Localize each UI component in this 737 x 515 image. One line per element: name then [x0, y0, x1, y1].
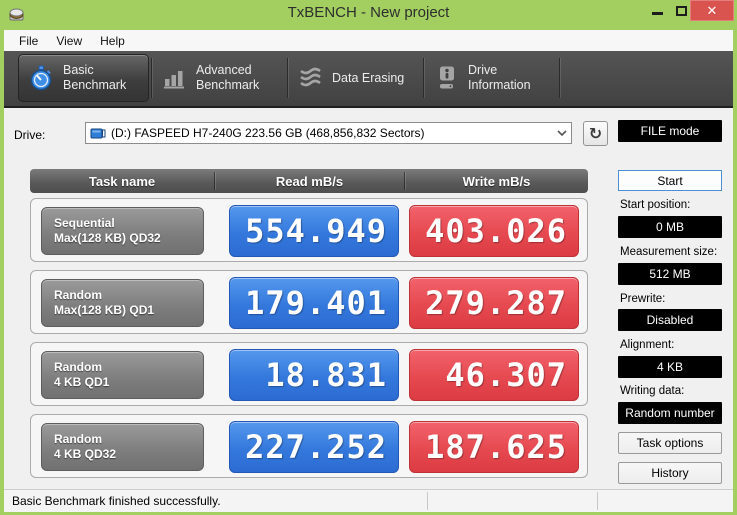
- bar-chart-icon: [163, 65, 187, 91]
- menu-view[interactable]: View: [47, 32, 91, 50]
- task-button-random-4kb-qd1[interactable]: Random 4 KB QD1: [41, 351, 204, 399]
- task-name-line2: 4 KB QD32: [54, 447, 203, 462]
- read-value: 554.949: [229, 205, 399, 257]
- disk-drive-icon: [90, 127, 106, 140]
- write-value: 403.026: [409, 205, 579, 257]
- task-name-line2: Max(128 KB) QD32: [54, 231, 203, 246]
- write-value: 46.307: [409, 349, 579, 401]
- menu-bar: File View Help: [4, 30, 733, 51]
- status-message: Basic Benchmark finished successfully.: [12, 494, 221, 508]
- toolbar-separator: [287, 58, 288, 98]
- prewrite-value[interactable]: Disabled: [618, 309, 722, 331]
- stopwatch-icon: [28, 65, 54, 91]
- eraser-waves-icon: [299, 65, 323, 91]
- results-rows: Sequential Max(128 KB) QD32 554.949 403.…: [30, 198, 588, 486]
- header-task-name: Task name: [30, 169, 214, 193]
- measurement-size-value[interactable]: 512 MB: [618, 263, 722, 285]
- write-value: 187.625: [409, 421, 579, 473]
- tab-label-line1: Data Erasing: [332, 71, 404, 86]
- alignment-value[interactable]: 4 KB: [618, 356, 722, 378]
- chevron-down-icon: [557, 130, 567, 136]
- task-name-line1: Random: [54, 288, 203, 303]
- read-value: 179.401: [229, 277, 399, 329]
- table-row: Random Max(128 KB) QD1 179.401 279.287: [30, 270, 588, 334]
- toolbar: Basic Benchmark Advanced Benchmark: [4, 51, 733, 108]
- start-position-value[interactable]: 0 MB: [618, 216, 722, 238]
- history-button[interactable]: History: [618, 462, 722, 484]
- tab-label: Drive Information: [468, 63, 531, 93]
- task-options-button[interactable]: Task options: [618, 432, 722, 454]
- tab-label-line1: Drive: [468, 63, 531, 78]
- minimize-button[interactable]: [646, 0, 668, 21]
- task-name-line2: Max(128 KB) QD1: [54, 303, 203, 318]
- tab-label-line1: Advanced: [196, 63, 259, 78]
- minimize-icon: [652, 12, 663, 15]
- tab-label-line2: Benchmark: [63, 78, 126, 93]
- task-name-line2: 4 KB QD1: [54, 375, 203, 390]
- results-header: Task name Read mB/s Write mB/s: [30, 169, 588, 193]
- header-read: Read mB/s: [215, 169, 404, 193]
- status-separator: [427, 492, 428, 510]
- writing-data-label: Writing data:: [618, 385, 722, 398]
- menu-file[interactable]: File: [10, 32, 47, 50]
- writing-data-value[interactable]: Random number: [618, 402, 722, 424]
- task-name-line1: Sequential: [54, 216, 203, 231]
- maximize-icon: [676, 6, 687, 16]
- prewrite-label: Prewrite:: [618, 293, 722, 306]
- header-write: Write mB/s: [405, 169, 588, 193]
- status-separator: [597, 492, 598, 510]
- table-row: Random 4 KB QD1 18.831 46.307: [30, 342, 588, 406]
- task-name-line1: Random: [54, 432, 203, 447]
- toolbar-separator: [423, 58, 424, 98]
- maximize-button[interactable]: [670, 0, 692, 21]
- window-body: File View Help Basic Benchmark: [4, 30, 733, 512]
- read-value: 227.252: [229, 421, 399, 473]
- start-position-label: Start position:: [618, 199, 722, 212]
- close-icon: ✕: [707, 3, 718, 19]
- tab-data-erasing[interactable]: Data Erasing: [290, 54, 421, 102]
- table-row: Random 4 KB QD32 227.252 187.625: [30, 414, 588, 478]
- task-button-sequential-qd32[interactable]: Sequential Max(128 KB) QD32: [41, 207, 204, 255]
- tab-label: Data Erasing: [332, 71, 404, 86]
- tab-basic-benchmark[interactable]: Basic Benchmark: [18, 54, 149, 102]
- task-button-random-4kb-qd32[interactable]: Random 4 KB QD32: [41, 423, 204, 471]
- drive-info-icon: [435, 65, 459, 91]
- file-mode-indicator[interactable]: FILE mode: [618, 120, 722, 142]
- task-name-line1: Random: [54, 360, 203, 375]
- tab-label: Advanced Benchmark: [196, 63, 259, 93]
- close-button[interactable]: ✕: [690, 0, 734, 21]
- write-value: 279.287: [409, 277, 579, 329]
- drive-selected-value: (D:) FASPEED H7-240G 223.56 GB (468,856,…: [111, 126, 552, 140]
- alignment-label: Alignment:: [618, 339, 722, 352]
- tab-label-line2: Information: [468, 78, 531, 93]
- drive-label: Drive:: [14, 128, 45, 142]
- menu-help[interactable]: Help: [91, 32, 134, 50]
- task-button-random-qd1[interactable]: Random Max(128 KB) QD1: [41, 279, 204, 327]
- title-bar: TxBENCH - New project ✕: [0, 0, 737, 30]
- table-row: Sequential Max(128 KB) QD32 554.949 403.…: [30, 198, 588, 262]
- settings-sidebar: FILE mode Start Start position: 0 MB Mea…: [618, 120, 722, 484]
- tab-label-line1: Basic: [63, 63, 126, 78]
- refresh-icon: ↻: [589, 124, 602, 143]
- tab-label: Basic Benchmark: [63, 63, 126, 93]
- window-title: TxBENCH - New project: [0, 4, 737, 21]
- read-value: 18.831: [229, 349, 399, 401]
- status-bar: Basic Benchmark finished successfully.: [4, 489, 733, 512]
- toolbar-separator: [559, 58, 560, 98]
- tab-label-line2: Benchmark: [196, 78, 259, 93]
- measurement-size-label: Measurement size:: [618, 246, 722, 259]
- refresh-drives-button[interactable]: ↻: [583, 121, 608, 146]
- main-area: Drive: (D:) FASPEED H7-240G 223.56 GB (4…: [4, 108, 733, 489]
- app-window: TxBENCH - New project ✕ File View Help: [0, 0, 737, 515]
- toolbar-separator: [151, 58, 152, 98]
- tab-drive-information[interactable]: Drive Information: [426, 54, 557, 102]
- drive-select[interactable]: (D:) FASPEED H7-240G 223.56 GB (468,856,…: [85, 122, 572, 144]
- start-button[interactable]: Start: [618, 170, 722, 191]
- tab-advanced-benchmark[interactable]: Advanced Benchmark: [154, 54, 285, 102]
